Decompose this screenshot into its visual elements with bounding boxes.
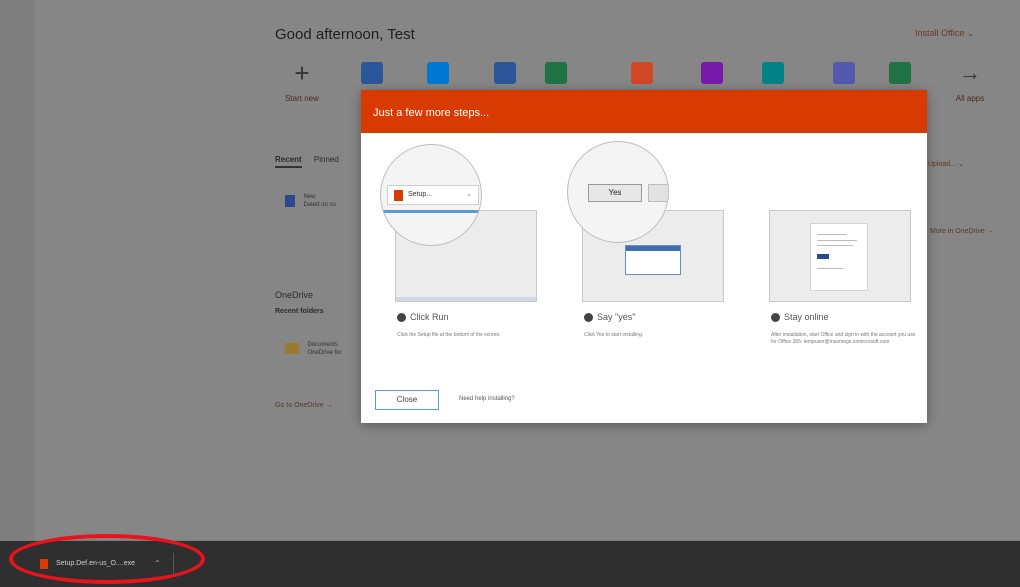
recent-folders-label: Recent folders [275,308,324,315]
app-sway[interactable] [878,62,922,84]
app-word[interactable] [483,62,527,84]
install-office-button[interactable]: Install Office ⌄ [915,28,974,39]
dialog-header: Just a few more steps... [361,90,927,133]
tab-pinned[interactable]: Pinned [314,155,339,164]
recent-file-name: New [303,193,316,200]
sway-icon [889,62,911,84]
folder-name: Documents [307,341,338,348]
excel-icon [545,62,567,84]
zoom-yes-label: Yes [588,184,642,202]
install-steps-dialog: Just a few more steps... Click Run Click… [361,90,927,423]
signin-card-illustration [810,223,868,291]
word-icon [494,62,516,84]
app-powerpoint[interactable] [620,62,664,84]
onenote-icon [701,62,723,84]
recent-file-location: Dated on so [303,201,336,208]
need-help-installing-link[interactable]: Need help installing? [459,396,515,402]
app-outlook[interactable] [350,62,394,84]
app-label: All apps [955,94,985,103]
zoom-download-bar-illustration: Setup... ⌄ [380,144,482,246]
office-file-icon [394,190,403,201]
onedrive-icon [427,62,449,84]
greeting-heading: Good afternoon, Test [275,26,415,43]
step-3-illustration [769,210,911,302]
upload-button[interactable]: Upload... ⌄ [928,160,964,168]
app-plus[interactable]: + Start new [280,58,324,103]
step-2-description: Click Yes to start installing. [584,332,644,338]
zoom-yes-button-illustration: Yes [567,141,669,243]
word-file-icon [285,194,295,207]
tab-recent[interactable]: Recent [275,155,302,168]
step-3-bullet-icon [771,313,780,323]
powerpoint-icon [631,62,653,84]
folder-location: OneDrive for [307,349,342,356]
app-label: Start new [285,94,319,103]
step-1-bullet-icon [397,313,406,323]
sharepoint-icon [762,62,784,84]
onedrive-heading: OneDrive [275,290,314,300]
chevron-down-icon: ⌄ [466,191,472,198]
more-in-onedrive-link[interactable]: More in OneDrive → [930,228,994,235]
go-to-onedrive-link[interactable]: Go to OneDrive → [275,402,333,409]
file-tabs: Recent Pinned [275,155,349,168]
app-arrow-right[interactable]: → All apps [948,60,992,104]
step-3-description: After installation, start Office and sig… [771,332,916,345]
plus-icon: + [294,58,310,88]
teams-icon [833,62,855,84]
step-2-title: Say "yes" [597,312,636,322]
outlook-icon [361,62,383,84]
step-1-title: Click Run [410,312,449,322]
folder-icon [285,343,299,355]
app-onenote[interactable] [690,62,734,84]
app-sharepoint[interactable] [751,62,795,84]
step-2-bullet-icon [584,313,593,323]
zoom-download-label: Setup... [408,191,433,198]
app-onedrive[interactable] [416,62,460,84]
recent-file-item[interactable]: New Dated on so [285,192,336,210]
folder-item[interactable]: Documents OneDrive for [285,340,341,358]
arrow-right-icon: → [959,60,981,85]
red-highlight-ellipse [9,534,205,584]
step-3-title: Stay online [784,312,829,322]
step-1-description: Click the Setup file at the bottom of th… [397,332,501,338]
app-excel[interactable] [534,62,578,84]
close-button[interactable]: Close [375,390,439,410]
uac-window-illustration [625,245,681,275]
app-teams[interactable] [822,62,866,84]
